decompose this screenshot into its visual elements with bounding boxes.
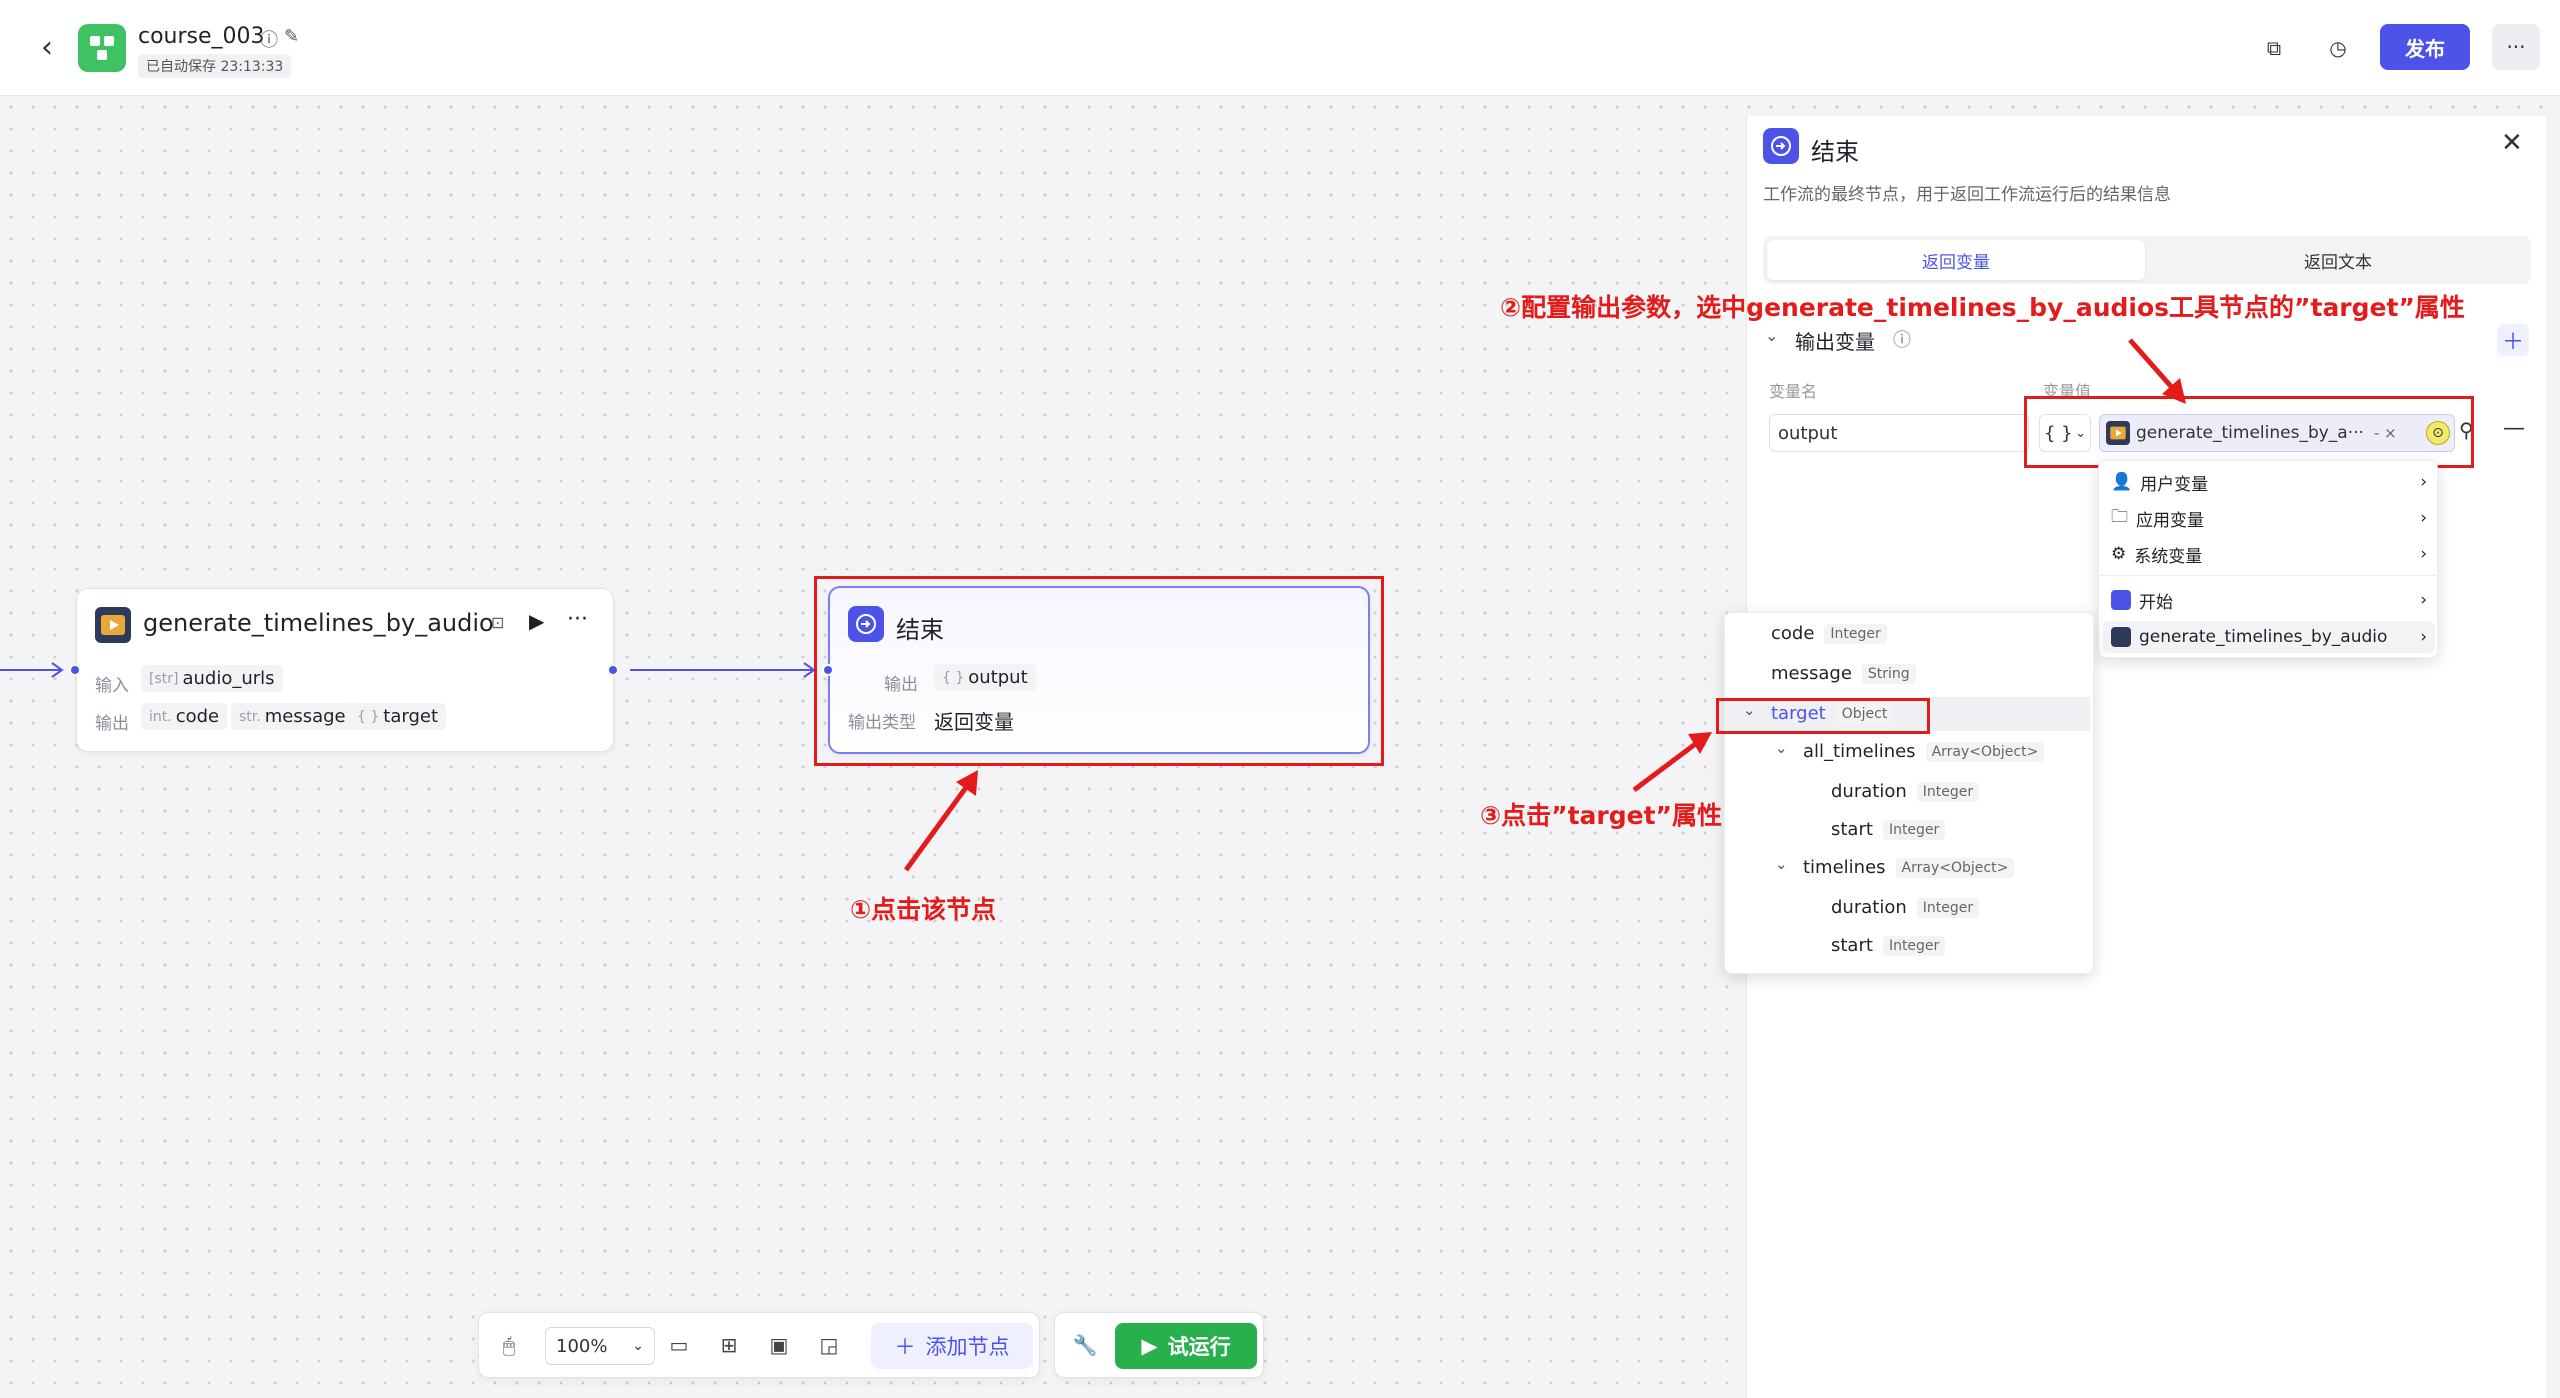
minimap-icon[interactable]: ◲ [809,1325,849,1365]
tree-item-start[interactable]: start Integer [1831,819,1946,840]
image-icon[interactable]: ▣ [759,1325,799,1365]
node-end[interactable]: 结束 输出 { } output 输出类型 返回变量 [828,586,1370,754]
tree-item-timelines[interactable]: timelines Array<Object> [1803,857,2015,878]
annotation-text-2: ②配置输出参数，选中generate_timelines_by_audios工具… [1500,293,2465,322]
annotation-text-1: ①点击该节点 [850,895,997,924]
tree-item-duration[interactable]: duration Integer [1831,781,1980,802]
history-icon[interactable]: ◷ [2320,30,2356,66]
tree-item-all-timelines[interactable]: all_timelines Array<Object> [1803,741,2045,762]
close-icon[interactable]: ✕ [2501,128,2523,158]
copy-icon[interactable]: ⧉ [2256,30,2292,66]
node-title: 结束 [896,616,944,644]
panel-tabs: 返回变量 返回文本 [1763,236,2531,284]
expand-chevron-icon[interactable]: ⌄ [1775,855,1788,873]
tab-return-variable[interactable]: 返回变量 [1767,240,2145,280]
tree-item-code[interactable]: code Integer [1771,623,1887,644]
canvas-toolbar: 🖱 100% ⌄ ▭ ⊞ ▣ ◲ ＋添加节点 [478,1312,1040,1378]
workflow-title: course_003 [138,24,265,49]
tree-item-start[interactable]: start Integer [1831,935,1946,956]
wrench-icon[interactable]: 🔧 [1065,1325,1105,1365]
add-node-button[interactable]: ＋添加节点 [871,1323,1033,1369]
autosave-status: 已自动保存 23:13:33 [138,54,292,78]
more-options-icon[interactable]: ··· [2492,24,2540,70]
publish-button[interactable]: 发布 [2380,24,2470,70]
output-label: 输出 [884,675,918,695]
top-header: ‹ course_003 ⓘ ✎ 已自动保存 23:13:33 ⧉ ◷ 发布 ·… [0,0,2560,96]
tree-item-duration[interactable]: duration Integer [1831,897,1980,918]
comment-icon[interactable]: ▭ [659,1325,699,1365]
section-title: 输出变量 [1795,330,1875,354]
menu-divider [2099,575,2439,576]
tree-item-message[interactable]: message String [1771,663,1916,684]
menu-item-user-vars[interactable]: 👤 用户变量 › [2111,467,2427,497]
folder-icon: 🗀 [2111,506,2128,527]
end-input-port[interactable] [822,664,834,676]
variable-name-input[interactable]: output [1769,414,2029,452]
tab-return-text[interactable]: 返回文本 [2149,240,2527,280]
output-chip-code: int. code [141,703,228,730]
end-node-icon [848,606,884,642]
edit-icon[interactable]: ✎ [284,26,299,47]
annotation-arrow-3 [1632,732,1712,792]
run-toolbar: 🔧 ▶ 试运行 [1054,1312,1264,1378]
menu-item-system-vars[interactable]: ⚙ 系统变量 › [2111,539,2427,569]
panel-description: 工作流的最终节点，用于返回工作流运行后的结果信息 [1763,185,2171,205]
menu-item-generate-timelines[interactable]: generate_timelines_by_audio › [2103,621,2435,653]
output-port[interactable] [607,664,619,676]
output-kind-value: 返回变量 [934,710,1014,734]
output-label: 输出 [95,714,129,734]
mouse-mode-icon[interactable]: 🖱 [489,1325,529,1365]
info-icon[interactable]: ⓘ [260,26,278,52]
annotation-box-target [1716,698,1930,734]
info-icon[interactable]: ⓘ [1893,326,1911,352]
input-port[interactable] [69,664,81,676]
node-badge-icon: ⊡ [491,613,505,632]
app-logo [78,24,126,72]
gear-icon: ⚙ [2111,544,2127,564]
layout-icon[interactable]: ⊞ [709,1325,749,1365]
menu-item-app-vars[interactable]: 🗀 应用变量 › [2111,503,2427,533]
menu-item-start[interactable]: 开始 › [2111,585,2427,615]
add-variable-icon[interactable]: ＋ [2497,324,2529,356]
remove-variable-icon[interactable]: — [2503,416,2525,441]
collapse-chevron-icon[interactable]: ⌄ [1765,326,1778,345]
panel-title: 结束 [1811,138,1859,166]
play-icon: ▶ [1141,1334,1158,1358]
input-label: 输入 [95,676,129,696]
plugin-icon [95,607,131,643]
input-chip: [str] audio_urls [141,665,283,692]
run-node-icon[interactable]: ▶ [529,609,544,633]
test-run-button[interactable]: ▶ 试运行 [1115,1323,1257,1369]
plugin-icon [2111,627,2131,647]
output-tree-menu: code Integer message String ⌄ target Object… [1724,612,2094,974]
output-kind-label: 输出类型 [848,713,916,733]
annotation-arrow-1 [903,770,978,872]
node-generate-timelines[interactable]: generate_timelines_by_audio ⊡ ▶ ··· 输入 [… [76,588,614,752]
output-chip-target: { } target [349,703,446,730]
back-chevron-icon[interactable]: ‹ [30,30,64,65]
output-chip: { } output [934,664,1036,691]
expand-chevron-icon[interactable]: ⌄ [1775,739,1788,757]
node-more-icon[interactable]: ··· [567,607,588,632]
col-name-label: 变量名 [1769,382,1818,401]
zoom-select[interactable]: 100% ⌄ [545,1327,655,1365]
annotation-box-variable-value [2024,396,2474,468]
annotation-text-3: ③点击”target”属性 [1480,801,1722,830]
output-chip-message: str. message [231,703,354,730]
variable-source-menu: 👤 用户变量 › 🗀 应用变量 › ⚙ 系统变量 › 开始 › generate_timeli… [2098,460,2439,658]
start-node-icon [2111,590,2131,610]
node-title: generate_timelines_by_audio [143,609,494,637]
end-node-icon [1763,128,1799,164]
plus-icon: ＋ [894,1335,916,1359]
user-icon: 👤 [2111,472,2133,492]
